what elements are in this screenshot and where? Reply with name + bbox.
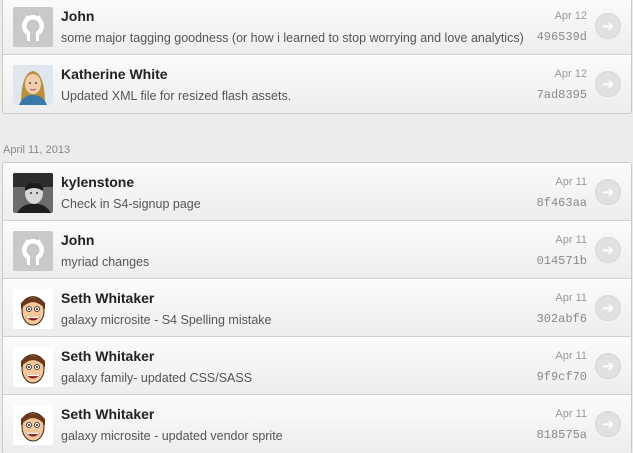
commit-message[interactable]: galaxy microsite - S4 Spelling mistake bbox=[61, 313, 272, 327]
commit-sha[interactable]: 7ad8395 bbox=[537, 88, 587, 102]
commit-date: Apr 12 bbox=[554, 10, 587, 22]
commit-author[interactable]: Katherine White bbox=[61, 66, 168, 82]
commit-history: John some major tagging goodness (or how… bbox=[0, 0, 633, 453]
commit-sha[interactable]: 9f9cf70 bbox=[537, 370, 587, 384]
commit-row[interactable]: Seth Whitaker galaxy family- updated CSS… bbox=[3, 337, 631, 395]
commit-row[interactable]: John myriad changes Apr 11 014571b ➜ bbox=[3, 221, 631, 279]
photo-avatar-kylenstone bbox=[13, 173, 53, 213]
commit-sha[interactable]: 8f463aa bbox=[537, 196, 587, 210]
commit-date: Apr 11 bbox=[555, 292, 587, 304]
arrow-right-icon[interactable]: ➜ bbox=[595, 295, 621, 321]
commit-date: Apr 12 bbox=[554, 68, 587, 80]
commit-row[interactable]: Seth Whitaker galaxy microsite - S4 Spel… bbox=[3, 279, 631, 337]
commit-row[interactable]: kylenstone Check in S4-signup page Apr 1… bbox=[3, 163, 631, 221]
commit-author[interactable]: Seth Whitaker bbox=[61, 406, 154, 422]
arrow-right-icon[interactable]: ➜ bbox=[595, 179, 621, 205]
commit-sha[interactable]: 014571b bbox=[537, 254, 587, 268]
commit-sha[interactable]: 818575a bbox=[537, 428, 587, 442]
commit-group-apr-11: kylenstone Check in S4-signup page Apr 1… bbox=[2, 162, 632, 453]
arrow-right-icon[interactable]: ➜ bbox=[595, 71, 621, 97]
commit-date: Apr 11 bbox=[555, 176, 587, 188]
commit-message[interactable]: some major tagging goodness (or how i le… bbox=[61, 31, 524, 45]
cartoon-avatar-seth bbox=[13, 347, 53, 387]
commit-author[interactable]: kylenstone bbox=[61, 174, 134, 190]
commit-author[interactable]: John bbox=[61, 8, 94, 24]
commit-group-apr-12: John some major tagging goodness (or how… bbox=[2, 0, 632, 114]
commit-row[interactable]: Seth Whitaker galaxy microsite - updated… bbox=[3, 395, 631, 453]
commit-date: Apr 11 bbox=[555, 350, 587, 362]
arrow-right-icon[interactable]: ➜ bbox=[595, 237, 621, 263]
arrow-right-icon[interactable]: ➜ bbox=[595, 13, 621, 39]
date-heading: April 11, 2013 bbox=[3, 144, 71, 156]
commit-author[interactable]: John bbox=[61, 232, 94, 248]
commit-row[interactable]: Katherine White Updated XML file for res… bbox=[3, 55, 631, 113]
commit-message[interactable]: Check in S4-signup page bbox=[61, 197, 201, 211]
commit-row[interactable]: John some major tagging goodness (or how… bbox=[3, 0, 631, 55]
commit-date: Apr 11 bbox=[555, 234, 587, 246]
github-default-avatar bbox=[13, 7, 53, 47]
commit-author[interactable]: Seth Whitaker bbox=[61, 348, 154, 364]
commit-message[interactable]: Updated XML file for resized flash asset… bbox=[61, 89, 291, 103]
commit-sha[interactable]: 496539d bbox=[537, 30, 587, 44]
commit-message[interactable]: myriad changes bbox=[61, 255, 149, 269]
arrow-right-icon[interactable]: ➜ bbox=[595, 411, 621, 437]
arrow-right-icon[interactable]: ➜ bbox=[595, 353, 621, 379]
commit-message[interactable]: galaxy microsite - updated vendor sprite bbox=[61, 429, 283, 443]
commit-author[interactable]: Seth Whitaker bbox=[61, 290, 154, 306]
commit-date: Apr 11 bbox=[555, 408, 587, 420]
cartoon-avatar-seth bbox=[13, 289, 53, 329]
photo-avatar-katherine bbox=[13, 65, 53, 105]
cartoon-avatar-seth bbox=[13, 405, 53, 445]
commit-message[interactable]: galaxy family- updated CSS/SASS bbox=[61, 371, 252, 385]
commit-sha[interactable]: 302abf6 bbox=[537, 312, 587, 326]
github-default-avatar bbox=[13, 231, 53, 271]
